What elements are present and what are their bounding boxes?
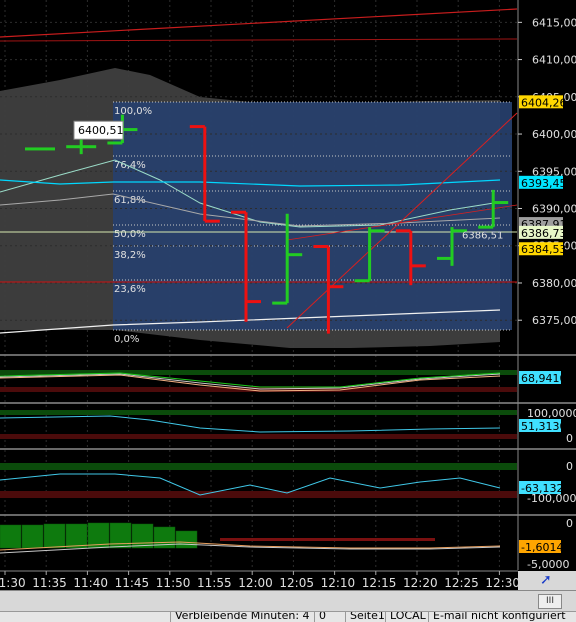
indicator-axis-label: 0 xyxy=(566,460,573,473)
time-axis-label: 12:20 xyxy=(403,576,438,590)
rsi-upper-band xyxy=(0,410,517,415)
fibonacci-box xyxy=(113,102,512,330)
price-axis-label: 6375,00 xyxy=(532,314,576,327)
time-axis-label: 12:30 xyxy=(485,576,520,590)
time-axis-label: 12:15 xyxy=(362,576,397,590)
macd-histogram-bar xyxy=(131,523,154,549)
time-axis-label: 11:55 xyxy=(197,576,232,590)
time-axis-label: 12:25 xyxy=(444,576,479,590)
time-axis-label: 12:10 xyxy=(321,576,356,590)
time-axis-label: 11:45 xyxy=(115,576,150,590)
horizontal-scrollbar[interactable]: III xyxy=(0,590,576,611)
chart-cursor-icon[interactable]: ➚ xyxy=(540,572,552,588)
time-axis-label: 12:00 xyxy=(238,576,273,590)
status-local: LOCAL xyxy=(385,612,426,622)
macd-histogram-bar xyxy=(21,524,44,549)
indicator-axis-label: 100,0000 xyxy=(527,407,576,420)
status-zero: 0 xyxy=(314,612,326,622)
indicator-axis-label: -100,0000 xyxy=(527,492,576,505)
fibonacci-level-label: 100,0% xyxy=(114,106,152,117)
price-axis-label: 6410,00 xyxy=(532,54,576,67)
cci-lower-band xyxy=(0,491,517,498)
fibonacci-level-label: 38,2% xyxy=(114,250,146,261)
macd-histogram-bar xyxy=(65,523,88,549)
price-tag-label: 6404,26 xyxy=(521,96,567,109)
time-axis-label: 11:50 xyxy=(156,576,191,590)
scroll-thumb[interactable]: III xyxy=(538,594,562,609)
chart-area[interactable]: 100,0%76,4%61,8%50,0%38,2%23,6%0,0%6400,… xyxy=(0,0,576,590)
price-axis-label: 6390,00 xyxy=(532,203,576,216)
status-bar: Verbleibende Minuten: 4 0 Seite1 LOCAL E… xyxy=(0,611,576,622)
macd-histogram-bar xyxy=(0,524,22,549)
time-axis-label: 11:35 xyxy=(32,576,67,590)
fibonacci-level-label: 50,0% xyxy=(114,229,146,240)
time-axis-label: 11:30 xyxy=(0,576,26,590)
indicator-value-label: 68,9410 xyxy=(521,372,567,385)
indicator-value-label: -1,6014 xyxy=(521,541,563,554)
price-tag-label: 6384,53 xyxy=(521,243,567,256)
price-tag-label: 6386,73 xyxy=(521,227,567,240)
macd-histogram-bar xyxy=(43,523,66,549)
cci-upper-band xyxy=(0,463,517,470)
price-callout-text: 6400,51 xyxy=(78,124,124,137)
status-remaining-minutes: Verbleibende Minuten: 4 xyxy=(170,612,310,622)
time-axis-label: 12:05 xyxy=(279,576,314,590)
macd-histogram-negative xyxy=(220,538,435,541)
macd-histogram-bar xyxy=(175,530,198,549)
price-axis-label: 6415,00 xyxy=(532,16,576,29)
price-axis-label: 6380,00 xyxy=(532,277,576,290)
indicator-axis-label: 0 xyxy=(566,432,573,445)
indicator-axis-label: -5,0000 xyxy=(527,558,569,571)
indicator-axis-label: 0 xyxy=(566,517,573,530)
corner-box: ➚ xyxy=(518,571,576,590)
rsi-lower-band xyxy=(0,434,517,439)
status-page: Seite1 xyxy=(345,612,385,622)
price-axis-label: 6400,00 xyxy=(532,128,576,141)
time-axis-label: 11:40 xyxy=(73,576,108,590)
fibonacci-level-label: 23,6% xyxy=(114,284,146,295)
fibonacci-level-label: 0,0% xyxy=(114,334,139,345)
status-email: E-mail nicht konfiguriert xyxy=(428,612,566,622)
indicator-value-label: 51,3130 xyxy=(521,420,567,433)
price-tag-label: 6393,45 xyxy=(521,177,567,190)
price-callout-text: 6386,51 xyxy=(462,231,503,242)
